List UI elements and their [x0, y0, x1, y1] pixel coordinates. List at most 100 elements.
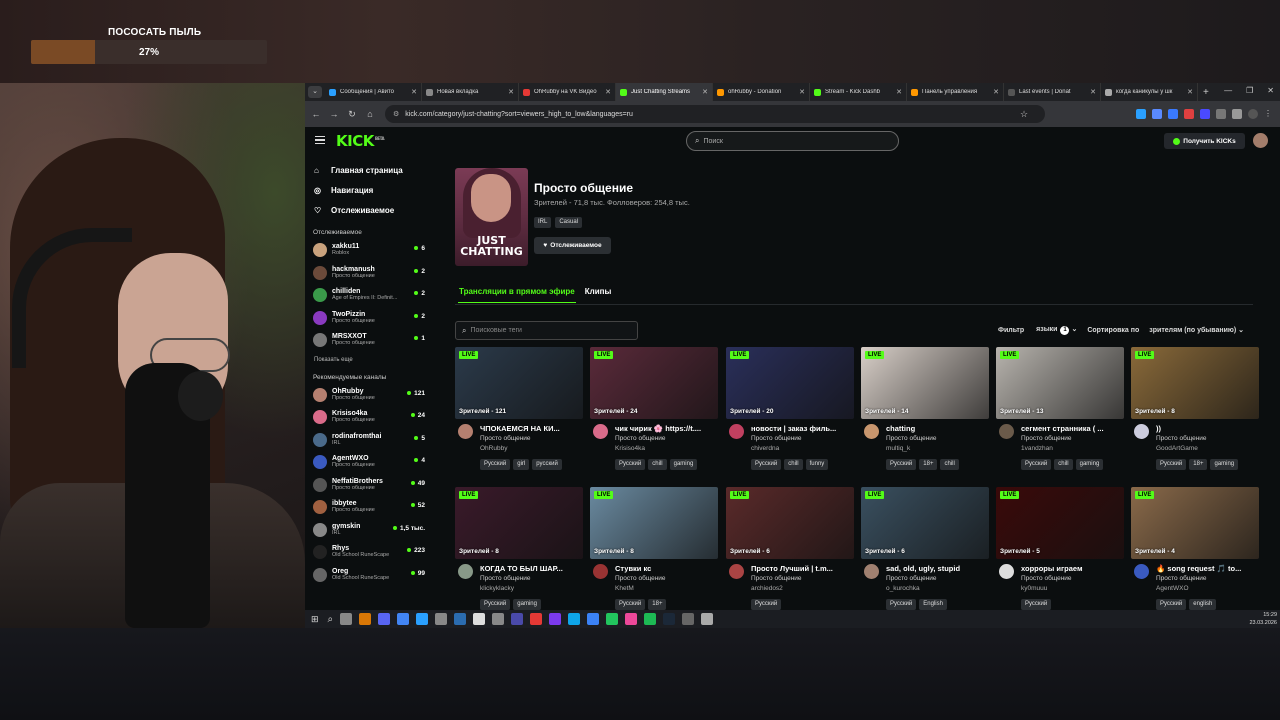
stream-category[interactable]: Просто общение: [615, 435, 666, 442]
user-avatar[interactable]: [1253, 133, 1268, 148]
extension-icon[interactable]: [1216, 109, 1226, 119]
stream-tag[interactable]: funny: [805, 459, 829, 470]
taskbar-app-icon[interactable]: [340, 613, 353, 625]
stream-category[interactable]: Просто общение: [1021, 575, 1072, 582]
browser-tab[interactable]: Stream - Kick Dashb ✕: [810, 83, 907, 101]
stream-card[interactable]: LIVE Зрителей - 24 чик чирик 🌸 https://t..…: [590, 347, 718, 477]
taskbar-app-icon[interactable]: [644, 613, 657, 625]
stream-tag[interactable]: 18+: [1189, 459, 1208, 470]
taskbar-app-icon[interactable]: [606, 613, 619, 625]
stream-tag[interactable]: Русский: [615, 599, 646, 610]
streamer-name[interactable]: chiverdna: [751, 445, 779, 452]
language-filter-button[interactable]: языки 1 ⌄: [1036, 325, 1077, 335]
sort-select[interactable]: зрителям (по убыванию) ⌄: [1149, 326, 1244, 334]
streamer-avatar[interactable]: [864, 564, 879, 579]
stream-thumbnail[interactable]: LIVE Зрителей - 4: [1131, 487, 1259, 559]
streamer-avatar[interactable]: [458, 564, 473, 579]
stream-thumbnail[interactable]: LIVE Зрителей - 20: [726, 347, 854, 419]
stream-title[interactable]: чик чирик 🌸 https://t....: [615, 424, 715, 433]
browser-tab[interactable]: Новая вкладка ✕: [422, 83, 519, 101]
stream-tag[interactable]: 18+: [919, 459, 938, 470]
menu-dots-icon[interactable]: ⋮: [1264, 109, 1272, 119]
stream-tag[interactable]: chill: [648, 459, 667, 470]
stream-tag[interactable]: gaming: [1210, 459, 1239, 470]
stream-tag[interactable]: Русский: [886, 599, 917, 610]
sidebar-nav-item[interactable]: ⌂ Главная страница: [305, 160, 431, 180]
sidebar-channel[interactable]: MRSXXOT Просто общение 1: [305, 330, 431, 353]
browser-tab[interactable]: Сообщения | Авито ✕: [325, 83, 422, 101]
back-icon[interactable]: ←: [309, 109, 323, 119]
bookmark-star-icon[interactable]: ☆: [1017, 109, 1031, 120]
tab-clips[interactable]: Клипы: [584, 287, 613, 303]
stream-title[interactable]: ЧПОКАЕМСЯ НА КИ...: [480, 424, 580, 433]
tab-close-icon[interactable]: ✕: [411, 88, 417, 96]
new-tab-button[interactable]: +: [1203, 87, 1209, 98]
stream-title[interactable]: Стувки кс: [615, 564, 715, 573]
streamer-name[interactable]: OhRubby: [480, 445, 507, 452]
browser-tab[interactable]: Last events | Donat ✕: [1004, 83, 1101, 101]
stream-thumbnail[interactable]: LIVE Зрителей - 14: [861, 347, 989, 419]
sidebar-channel[interactable]: Krisiso4ka Просто общение 24: [305, 407, 431, 430]
stream-thumbnail[interactable]: LIVE Зрителей - 8: [455, 487, 583, 559]
stream-thumbnail[interactable]: LIVE Зрителей - 8: [1131, 347, 1259, 419]
taskbar-app-icon[interactable]: [473, 613, 486, 625]
browser-tab[interactable]: OhRubby на VK Видео ✕: [519, 83, 616, 101]
stream-title[interactable]: КОГДА ТО БЫЛ ШАР...: [480, 564, 580, 573]
stream-category[interactable]: Просто общение: [886, 575, 937, 582]
stream-tag[interactable]: chill: [940, 459, 959, 470]
stream-category[interactable]: Просто общение: [1021, 435, 1072, 442]
sidebar-channel[interactable]: xakku11 Roblox 6: [305, 240, 431, 263]
stream-thumbnail[interactable]: LIVE Зрителей - 6: [861, 487, 989, 559]
stream-tag[interactable]: gaming: [513, 599, 541, 610]
extension-icon[interactable]: [1168, 109, 1178, 119]
stream-title[interactable]: новости | заказ филь...: [751, 424, 851, 433]
stream-category[interactable]: Просто общение: [751, 435, 802, 442]
streamer-avatar[interactable]: [729, 564, 744, 579]
taskbar-app-icon[interactable]: [549, 613, 562, 625]
tab-close-icon[interactable]: ✕: [1187, 88, 1193, 96]
streamer-name[interactable]: o_kurochka: [886, 585, 920, 592]
tab-close-icon[interactable]: ✕: [1090, 88, 1096, 96]
stream-thumbnail[interactable]: LIVE Зрителей - 13: [996, 347, 1124, 419]
stream-tag[interactable]: русский: [532, 459, 562, 470]
sidebar-channel[interactable]: gymskin IRL 1,5 тыс.: [305, 520, 431, 543]
streamer-name[interactable]: klickyklacky: [480, 585, 514, 592]
stream-thumbnail[interactable]: LIVE Зрителей - 5: [996, 487, 1124, 559]
streamer-avatar[interactable]: [458, 424, 473, 439]
show-more-link[interactable]: Показать еще: [305, 357, 431, 363]
stream-title[interactable]: )): [1156, 424, 1256, 433]
stream-card[interactable]: LIVE Зрителей - 6 Просто Лучший | t.m... Пр…: [726, 487, 854, 610]
stream-category[interactable]: Просто общение: [615, 575, 666, 582]
extension-icon[interactable]: [1152, 109, 1162, 119]
stream-tag[interactable]: Русский: [1156, 459, 1187, 470]
taskbar-app-icon[interactable]: [416, 613, 429, 625]
sidebar-channel[interactable]: ibbytee Просто общение 52: [305, 497, 431, 520]
forward-icon[interactable]: →: [327, 109, 341, 119]
stream-card[interactable]: LIVE Зрителей - 13 сегмент странника ( ...…: [996, 347, 1124, 477]
profile-icon[interactable]: [1248, 109, 1258, 119]
stream-tag[interactable]: gaming: [669, 459, 698, 470]
stream-tag[interactable]: Русский: [1021, 599, 1052, 610]
tab-search-button[interactable]: ⌄: [308, 86, 322, 98]
stream-tag[interactable]: girl: [513, 459, 530, 470]
taskbar-app-icon[interactable]: [701, 613, 714, 625]
taskbar-app-icon[interactable]: [663, 613, 676, 625]
stream-category[interactable]: Просто общение: [886, 435, 937, 442]
taskbar-app-icon[interactable]: [435, 613, 448, 625]
extension-icon[interactable]: [1136, 109, 1146, 119]
streamer-name[interactable]: GoodArtGame: [1156, 445, 1198, 452]
streamer-avatar[interactable]: [1134, 564, 1149, 579]
sidebar-channel[interactable]: chilliden Age of Empires II: Definit... 2: [305, 285, 431, 308]
reload-icon[interactable]: ↻: [345, 109, 359, 120]
stream-thumbnail[interactable]: LIVE Зрителей - 6: [726, 487, 854, 559]
streamer-name[interactable]: Krisiso4ka: [615, 445, 645, 452]
sidebar-channel[interactable]: AgentWXO Просто общение 4: [305, 452, 431, 475]
tab-close-icon[interactable]: ✕: [896, 88, 902, 96]
kick-logo[interactable]: KICKBETA: [336, 132, 385, 150]
hamburger-icon[interactable]: [315, 136, 325, 144]
stream-card[interactable]: LIVE Зрителей - 8 Стувки кс Просто общение K…: [590, 487, 718, 610]
stream-card[interactable]: LIVE Зрителей - 4 🔥 song request 🎵 to... Пр…: [1131, 487, 1259, 610]
stream-tag[interactable]: Русский: [751, 459, 782, 470]
restore-icon[interactable]: ❐: [1246, 86, 1253, 95]
puzzle-icon[interactable]: [1232, 109, 1242, 119]
